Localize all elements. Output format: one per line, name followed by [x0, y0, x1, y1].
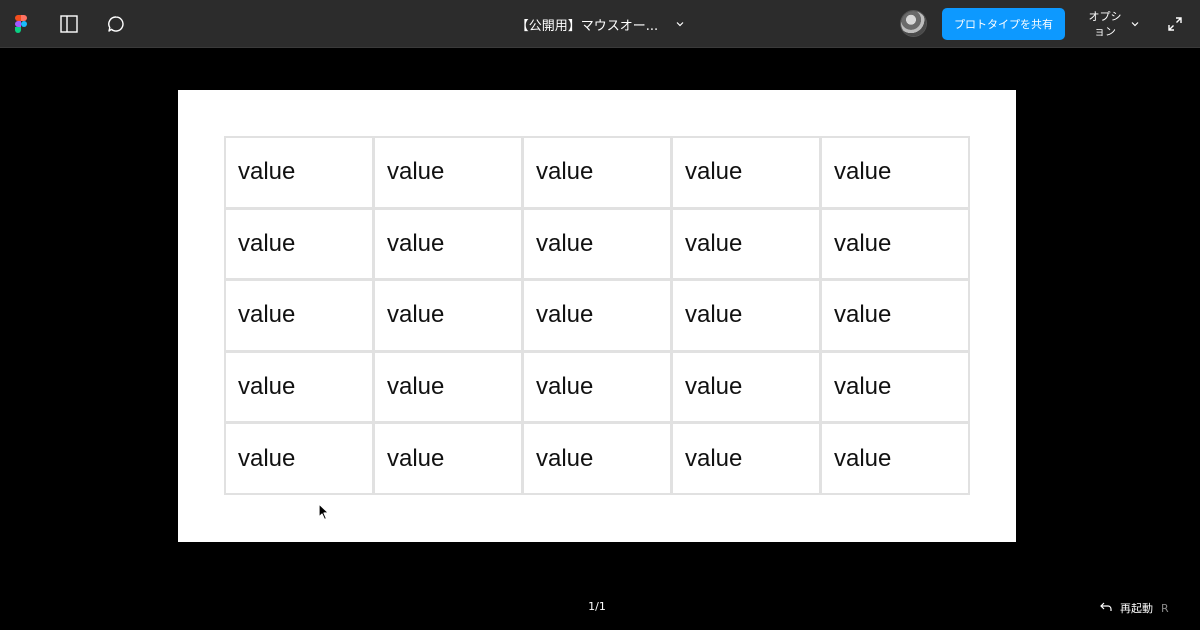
table-cell: value [375, 209, 521, 279]
table-cell: value [822, 209, 968, 279]
top-toolbar: 【公開用】マウスオー... プロトタイプを共有 オプション [0, 0, 1200, 48]
chevron-down-icon [676, 21, 684, 27]
table-cell: value [226, 209, 372, 279]
file-title: 【公開用】マウスオー... [515, 18, 659, 34]
comment-icon[interactable] [103, 0, 129, 48]
file-title-menu[interactable]: 【公開用】マウスオー... [440, 0, 760, 48]
table-cell: value [673, 209, 819, 279]
table-cell: value [822, 138, 968, 207]
table-cell: value [673, 138, 819, 207]
table-cell: value [226, 352, 372, 422]
table-cell: value [375, 352, 521, 422]
restart-arrow-icon [1100, 602, 1112, 615]
figma-logo-icon[interactable] [10, 0, 32, 48]
avatar[interactable] [901, 11, 926, 36]
chevron-down-icon [1131, 21, 1139, 27]
page-counter: 1/1 [588, 600, 606, 613]
table-cell: value [226, 281, 372, 350]
table-cell: value [673, 424, 819, 493]
options-menu[interactable]: オプション [1085, 7, 1145, 41]
share-prototype-button[interactable]: プロトタイプを共有 [942, 8, 1065, 40]
table-cell: value [524, 424, 670, 493]
table-cell: value [673, 281, 819, 350]
restart-label: 再起動 [1120, 602, 1153, 615]
table-cell: value [822, 352, 968, 422]
table-cell: value [226, 138, 372, 207]
table-cell: value [226, 424, 372, 493]
prototype-frame: value value value value value value value value… [178, 90, 1016, 542]
table-cell: value [524, 209, 670, 279]
table-cell: value [822, 424, 968, 493]
table-cell: value [375, 281, 521, 350]
table-cell: value [524, 352, 670, 422]
expand-icon[interactable] [1162, 0, 1188, 48]
mouse-cursor-icon [318, 503, 330, 525]
table-cell: value [524, 138, 670, 207]
value-table: value value value value value value value value… [224, 136, 970, 495]
table-cell: value [524, 281, 670, 350]
restart-button[interactable]: 再起動 R [1100, 598, 1169, 618]
table-cell: value [375, 424, 521, 493]
table-cell: value [375, 138, 521, 207]
table-cell: value [822, 281, 968, 350]
sidebar-icon[interactable] [56, 0, 82, 48]
table-cell: value [673, 352, 819, 422]
restart-shortcut: R [1161, 601, 1169, 615]
options-label: オプション [1088, 10, 1122, 38]
